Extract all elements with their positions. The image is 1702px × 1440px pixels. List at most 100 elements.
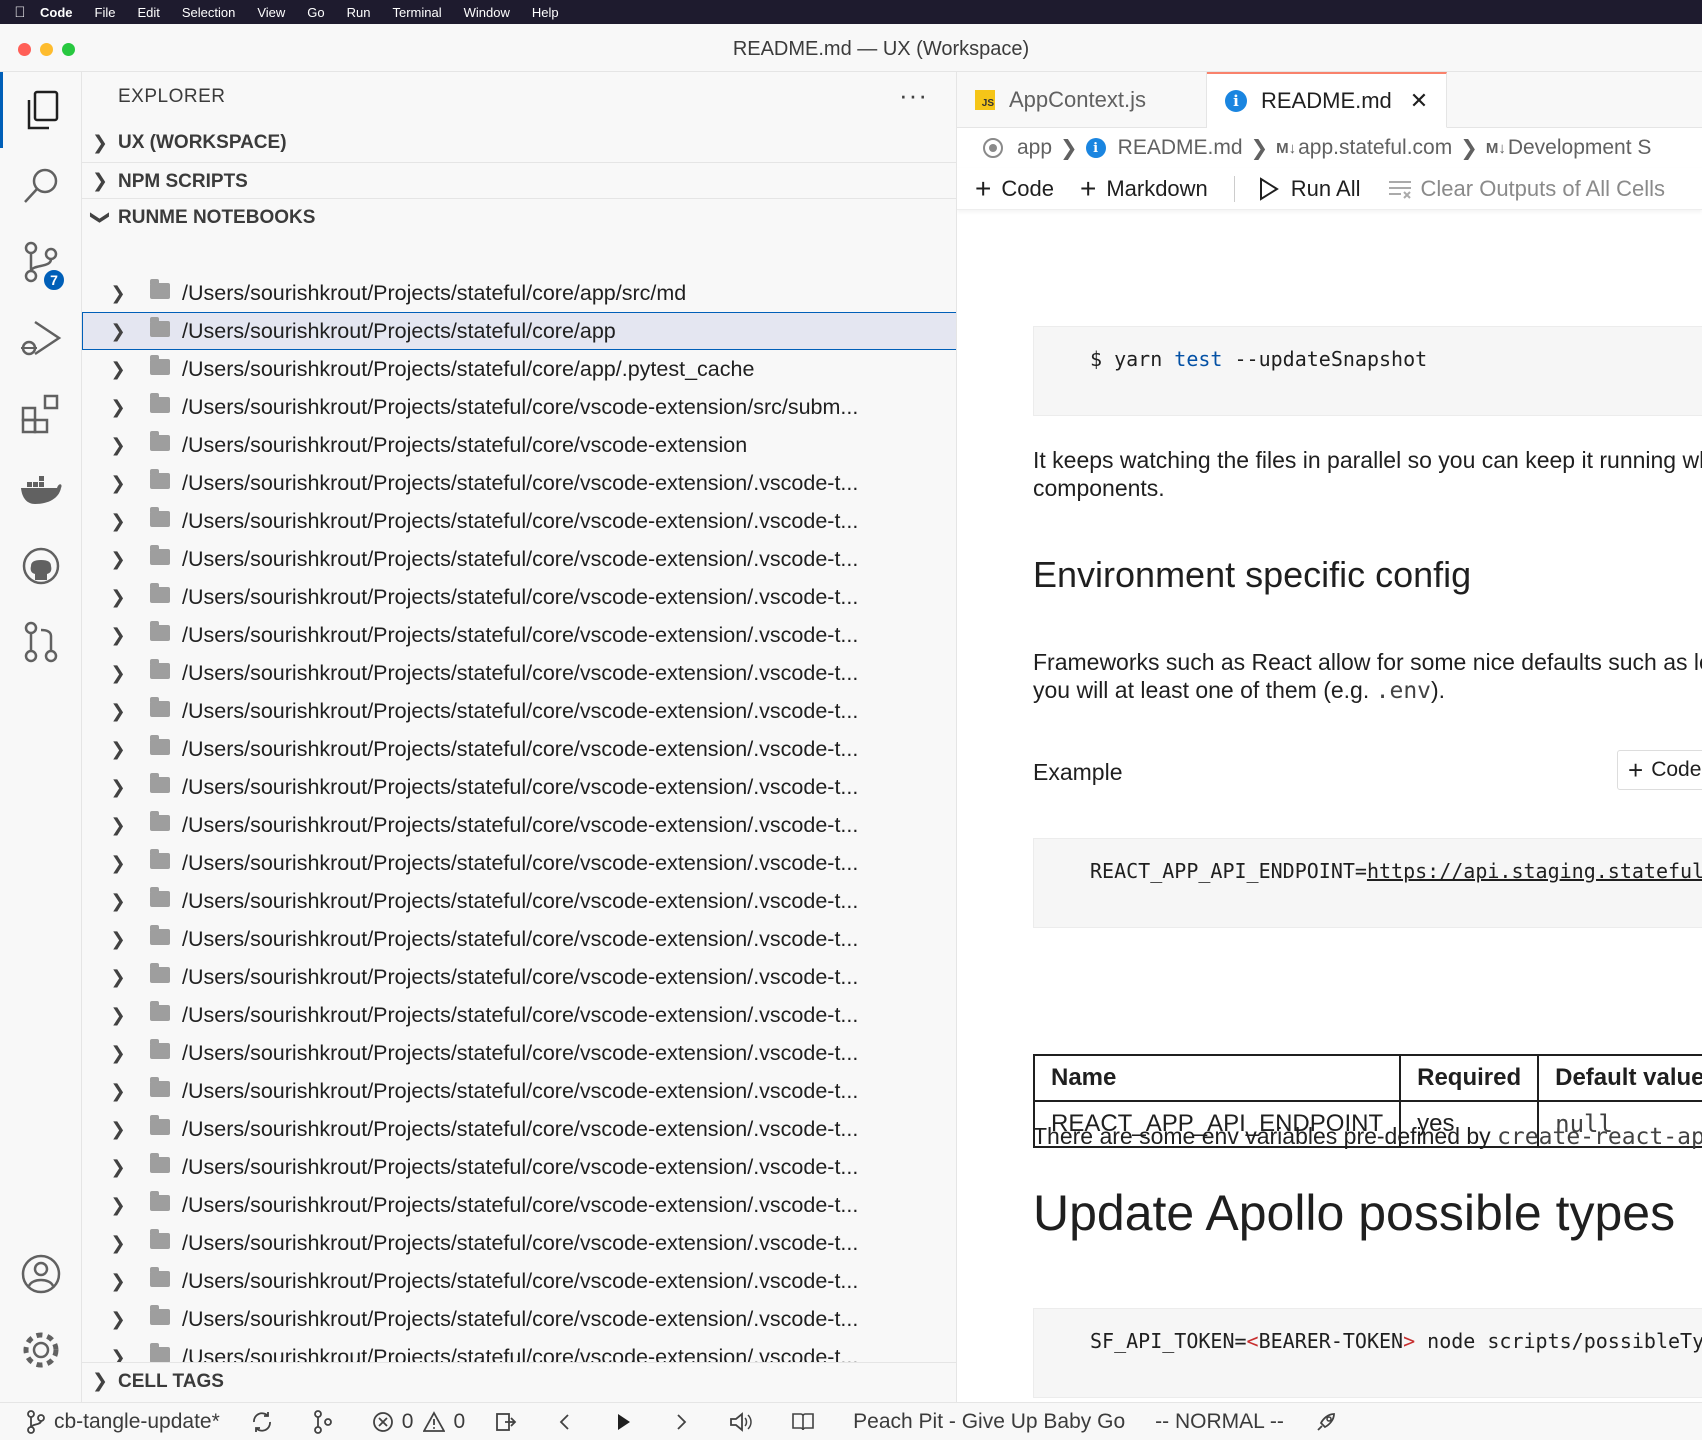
- chevron-right-icon[interactable]: ❯: [106, 853, 130, 874]
- graph-button[interactable]: [312, 1409, 342, 1434]
- now-playing[interactable]: Peach Pit - Give Up Baby Go: [853, 1410, 1125, 1434]
- play-button[interactable]: [613, 1412, 641, 1432]
- apple-menu-icon[interactable]: : [0, 4, 40, 21]
- next-track-button[interactable]: [671, 1412, 699, 1432]
- close-icon[interactable]: ✕: [1410, 88, 1428, 114]
- menu-help[interactable]: Help: [532, 5, 559, 20]
- section-runme-notebooks[interactable]: ❯ RUNME NOTEBOOKS: [82, 198, 956, 236]
- chevron-right-icon[interactable]: ❯: [106, 777, 130, 798]
- tree-item[interactable]: ❯ /Users/sourishkrout/Projects/stateful/c…: [82, 844, 956, 882]
- tree-item[interactable]: ❯ /Users/sourishkrout/Projects/stateful/c…: [82, 1262, 956, 1300]
- previous-track-button[interactable]: [555, 1412, 583, 1432]
- chevron-right-icon[interactable]: ❯: [106, 1195, 130, 1216]
- add-code-cell-button[interactable]: + Code: [975, 173, 1054, 205]
- tree-item[interactable]: ❯ /Users/sourishkrout/Projects/stateful/c…: [82, 578, 956, 616]
- pull-requests-activity[interactable]: [0, 604, 82, 680]
- tab-appcontext-js[interactable]: JS AppContext.js: [957, 72, 1207, 128]
- search-activity[interactable]: [0, 148, 82, 224]
- tree-item[interactable]: ❯ /Users/sourishkrout/Projects/stateful/c…: [82, 274, 956, 312]
- chevron-right-icon[interactable]: ❯: [106, 587, 130, 608]
- tree-item[interactable]: ❯ /Users/sourishkrout/Projects/stateful/c…: [82, 730, 956, 768]
- chevron-right-icon[interactable]: ❯: [106, 359, 130, 380]
- tree-item[interactable]: ❯ /Users/sourishkrout/Projects/stateful/c…: [82, 426, 956, 464]
- chevron-right-icon[interactable]: ❯: [106, 1043, 130, 1064]
- code-cell[interactable]: SF_API_TOKEN=<BEARER-TOKEN> node scripts…: [1033, 1308, 1702, 1398]
- chevron-right-icon[interactable]: ❯: [106, 1081, 130, 1102]
- output-button[interactable]: [495, 1411, 525, 1433]
- chevron-right-icon[interactable]: ❯: [106, 967, 130, 988]
- source-control-activity[interactable]: 7: [0, 224, 82, 300]
- chevron-right-icon[interactable]: ❯: [106, 473, 130, 494]
- tree-item[interactable]: ❯ /Users/sourishkrout/Projects/stateful/c…: [82, 806, 956, 844]
- menu-file[interactable]: File: [95, 5, 116, 20]
- tree-item[interactable]: ❯ /Users/sourishkrout/Projects/stateful/c…: [82, 1072, 956, 1110]
- problems-status[interactable]: 0 0: [372, 1410, 465, 1434]
- more-actions-icon[interactable]: ···: [899, 80, 928, 111]
- tree-item[interactable]: ❯ /Users/sourishkrout/Projects/stateful/c…: [82, 540, 956, 578]
- github-activity[interactable]: [0, 528, 82, 604]
- docker-activity[interactable]: [0, 452, 82, 528]
- tree-item[interactable]: ❯ /Users/sourishkrout/Projects/stateful/c…: [82, 1186, 956, 1224]
- tree-item[interactable]: ❯ /Users/sourishkrout/Projects/stateful/c…: [82, 996, 956, 1034]
- chevron-right-icon[interactable]: ❯: [106, 1157, 130, 1178]
- chevron-right-icon[interactable]: ❯: [106, 815, 130, 836]
- tree-item[interactable]: ❯ /Users/sourishkrout/Projects/stateful/c…: [82, 464, 956, 502]
- tree-item[interactable]: ❯ /Users/sourishkrout/Projects/stateful/c…: [82, 1300, 956, 1338]
- run-debug-activity[interactable]: [0, 300, 82, 376]
- section-workspace[interactable]: ❯ UX (WORKSPACE): [82, 124, 956, 162]
- code-link[interactable]: https://api.staging.stateful.com: [1367, 859, 1702, 883]
- chevron-right-icon[interactable]: ❯: [106, 435, 130, 456]
- settings-activity[interactable]: [0, 1312, 82, 1388]
- chevron-right-icon[interactable]: ❯: [106, 1119, 130, 1140]
- chevron-right-icon[interactable]: ❯: [106, 283, 130, 304]
- clear-outputs-button[interactable]: Clear Outputs of All Cells: [1387, 176, 1665, 202]
- chevron-right-icon[interactable]: ❯: [106, 625, 130, 646]
- menu-selection[interactable]: Selection: [182, 5, 235, 20]
- tree-item[interactable]: ❯ /Users/sourishkrout/Projects/stateful/c…: [82, 768, 956, 806]
- menu-view[interactable]: View: [257, 5, 285, 20]
- chevron-right-icon[interactable]: ❯: [106, 701, 130, 722]
- chevron-right-icon[interactable]: ❯: [106, 891, 130, 912]
- menu-edit[interactable]: Edit: [137, 5, 159, 20]
- tree-item[interactable]: ❯ /Users/sourishkrout/Projects/stateful/c…: [82, 616, 956, 654]
- menu-go[interactable]: Go: [307, 5, 324, 20]
- tree-item[interactable]: ❯ /Users/sourishkrout/Projects/stateful/c…: [82, 920, 956, 958]
- chevron-right-icon[interactable]: ❯: [106, 929, 130, 950]
- branch-status[interactable]: cb-tangle-update*: [26, 1410, 220, 1434]
- chevron-right-icon[interactable]: ❯: [106, 321, 130, 342]
- tree-item[interactable]: ❯ /Users/sourishkrout/Projects/stateful/c…: [82, 388, 956, 426]
- chevron-right-icon[interactable]: ❯: [106, 1271, 130, 1292]
- tree-item[interactable]: ❯ /Users/sourishkrout/Projects/stateful/c…: [82, 958, 956, 996]
- menu-app-name[interactable]: Code: [40, 5, 73, 20]
- chevron-right-icon[interactable]: ❯: [106, 1233, 130, 1254]
- breadcrumb-file[interactable]: README.md: [1118, 136, 1243, 160]
- tree-item[interactable]: ❯ /Users/sourishkrout/Projects/stateful/c…: [82, 312, 956, 350]
- section-cell-tags[interactable]: ❯ CELL TAGS: [82, 1362, 956, 1400]
- breadcrumb-heading-2[interactable]: Development S: [1508, 136, 1652, 160]
- chevron-right-icon[interactable]: ❯: [106, 1005, 130, 1026]
- tree-item[interactable]: ❯ /Users/sourishkrout/Projects/stateful/c…: [82, 350, 956, 388]
- add-markdown-cell-button[interactable]: + Markdown: [1080, 173, 1208, 205]
- menu-terminal[interactable]: Terminal: [393, 5, 442, 20]
- insert-code-cell-button[interactable]: + Code: [1617, 750, 1702, 790]
- code-cell[interactable]: $ yarn test --updateSnapshot: [1033, 326, 1702, 416]
- tab-readme-md[interactable]: i README.md ✕: [1207, 72, 1448, 128]
- code-cell[interactable]: REACT_APP_API_ENDPOINT=https://api.stagi…: [1033, 838, 1702, 928]
- tree-item[interactable]: ❯ /Users/sourishkrout/Projects/stateful/c…: [82, 1034, 956, 1072]
- run-all-button[interactable]: Run All: [1255, 176, 1361, 202]
- breadcrumb-app[interactable]: app: [1017, 136, 1052, 160]
- breadcrumb-heading-1[interactable]: app.stateful.com: [1298, 136, 1452, 160]
- chevron-right-icon[interactable]: ❯: [106, 511, 130, 532]
- chevron-right-icon[interactable]: ❯: [106, 1309, 130, 1330]
- tree-item[interactable]: ❯ /Users/sourishkrout/Projects/stateful/c…: [82, 654, 956, 692]
- chevron-right-icon[interactable]: ❯: [106, 549, 130, 570]
- extensions-activity[interactable]: [0, 376, 82, 452]
- explorer-activity[interactable]: [0, 72, 82, 148]
- tree-item[interactable]: ❯ /Users/sourishkrout/Projects/stateful/c…: [82, 1110, 956, 1148]
- chevron-right-icon[interactable]: ❯: [106, 739, 130, 760]
- section-npm-scripts[interactable]: ❯ NPM SCRIPTS: [82, 162, 956, 200]
- accounts-activity[interactable]: [0, 1236, 82, 1312]
- tree-item[interactable]: ❯ /Users/sourishkrout/Projects/stateful/c…: [82, 692, 956, 730]
- lyrics-button[interactable]: [791, 1411, 823, 1433]
- menu-run[interactable]: Run: [347, 5, 371, 20]
